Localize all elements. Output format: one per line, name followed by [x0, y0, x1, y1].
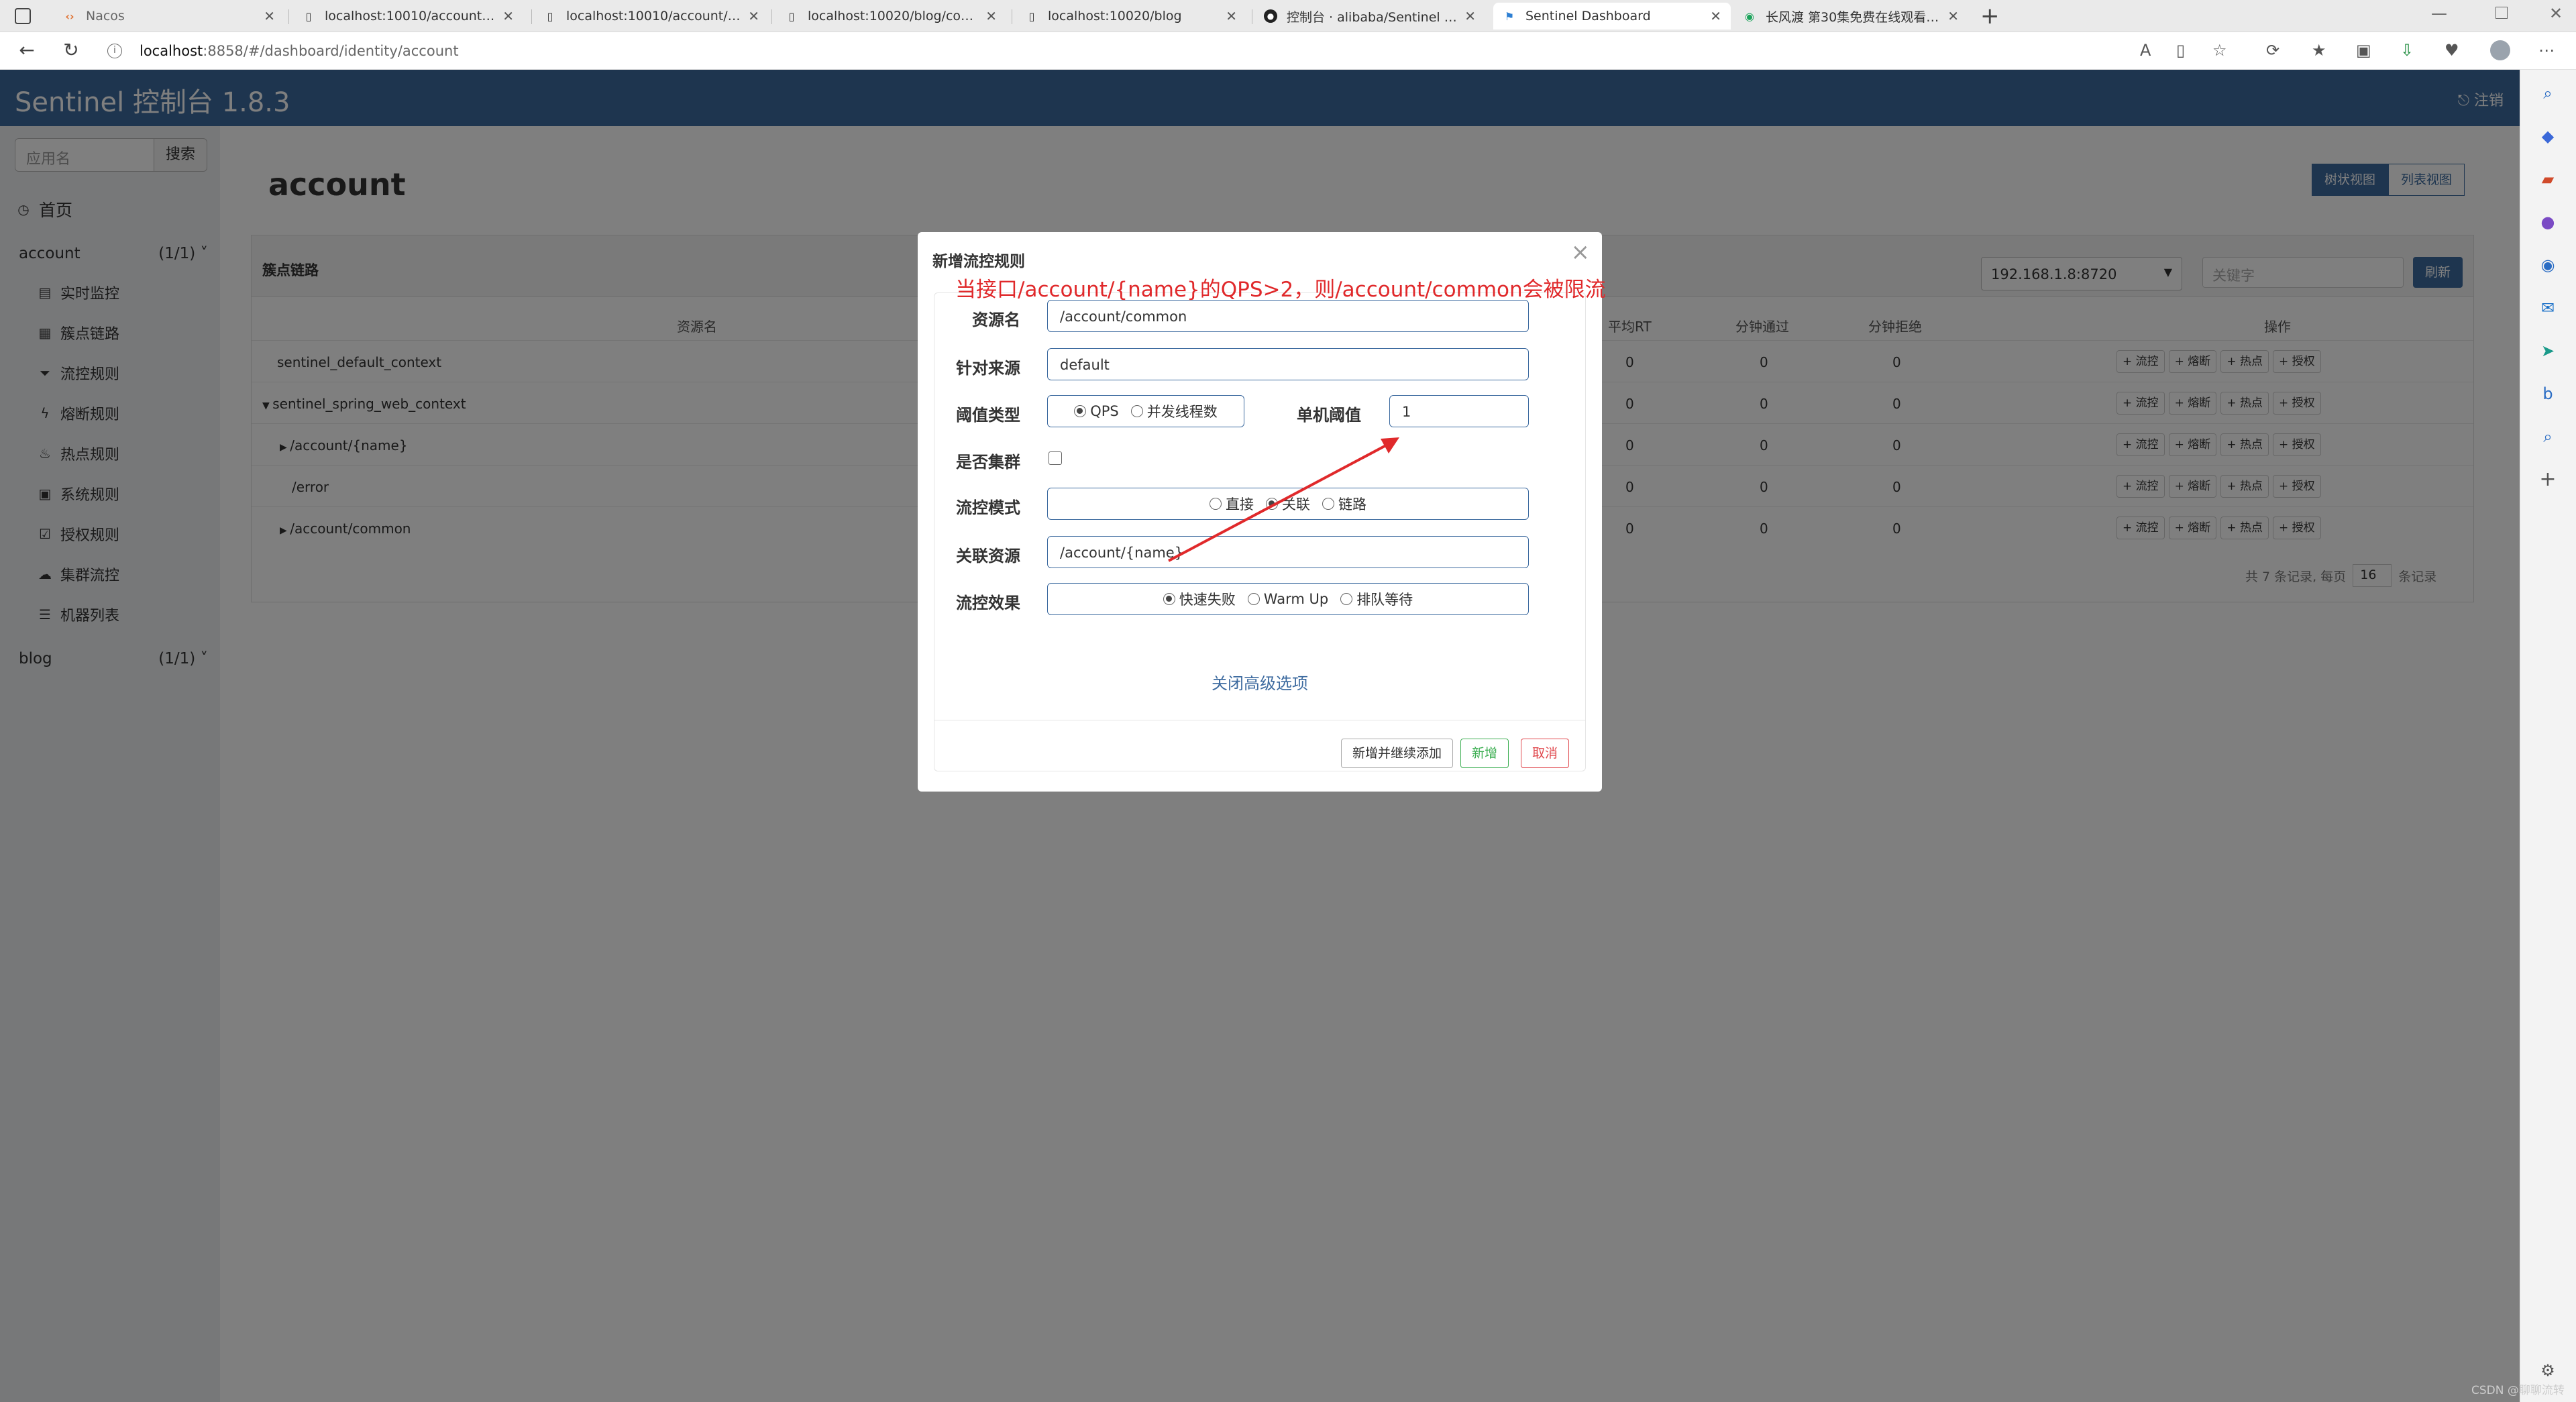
address-bar-row: ← ↻ i localhost:8858/#/dashboard/identit…: [0, 32, 2576, 70]
resource-name-input[interactable]: /account/common: [1047, 300, 1529, 332]
more-icon[interactable]: ⋯: [2538, 41, 2555, 60]
add-continue-button[interactable]: 新增并继续添加: [1341, 739, 1454, 768]
tab-close-icon[interactable]: ✕: [985, 8, 997, 24]
office-icon[interactable]: ◉: [2538, 255, 2558, 275]
browser-sidebar: ⌕ ◆ ▰ ● ◉ ✉ ➤ b ⌕ + ⚙: [2520, 70, 2576, 1402]
threshold-type-group: QPS 并发线程数: [1047, 395, 1244, 427]
dialog-title: 新增流控规则: [932, 253, 1025, 270]
add-flow-rule-dialog: × 新增流控规则 资源名 /account/common 针对来源 defaul…: [918, 232, 1606, 792]
tab-nacos[interactable]: ‹› Nacos ✕: [54, 3, 284, 30]
queue-radio[interactable]: 排队等待: [1340, 589, 1413, 609]
fast-fail-radio[interactable]: 快速失败: [1163, 589, 1236, 609]
performance-icon[interactable]: ♥: [2445, 41, 2459, 60]
chain-radio[interactable]: 链路: [1322, 494, 1366, 514]
annotation-note: 当接口/account/{name}的QPS>2，则/account/commo…: [955, 278, 1606, 302]
page-icon: ▯: [1028, 9, 1035, 23]
qps-radio[interactable]: QPS: [1074, 403, 1119, 419]
close-advanced-link[interactable]: 关闭高级选项: [934, 670, 1585, 694]
tab-account-xumeng[interactable]: ▯ localhost:10010/account/xumeng ✕: [534, 3, 769, 30]
profile-icon[interactable]: [2490, 40, 2510, 60]
tab-close-icon[interactable]: ✕: [1464, 8, 1476, 24]
discover-icon[interactable]: ⌕: [2538, 427, 2558, 447]
flow-mode-group: 直接 关联 链路: [1047, 488, 1529, 520]
tab-close-icon[interactable]: ✕: [748, 8, 759, 24]
sentinel-favicon-icon: ⚑: [1504, 9, 1515, 23]
refresh-icon[interactable]: ↻: [59, 39, 83, 61]
extensions-icon[interactable]: ⟳: [2266, 41, 2279, 60]
tab-sentinel-dashboard[interactable]: ⚑ Sentinel Dashboard ✕: [1493, 3, 1731, 30]
github-icon: ●: [1264, 9, 1277, 23]
tag-icon[interactable]: ◆: [2538, 126, 2558, 146]
rule-form: 资源名 /account/common 针对来源 default 阈值类型 QP…: [934, 292, 1586, 771]
info-icon: i: [107, 44, 122, 58]
warmup-radio[interactable]: Warm Up: [1247, 591, 1328, 607]
tab-video[interactable]: ◉ 长风渡 第30集免费在线观看_大 ✕: [1733, 3, 1968, 30]
send-icon[interactable]: ➤: [2538, 341, 2558, 361]
tab-sentinel-wiki[interactable]: ● 控制台 · alibaba/Sentinel Wiki ✕: [1254, 3, 1485, 30]
tab-close-icon[interactable]: ✕: [1710, 8, 1721, 24]
settings-icon[interactable]: ⚙: [2538, 1360, 2558, 1381]
read-aloud-icon[interactable]: A: [2140, 41, 2151, 60]
split-screen-icon[interactable]: ▯: [2176, 41, 2185, 60]
url-field[interactable]: i localhost:8858/#/dashboard/identity/ac…: [107, 36, 2120, 66]
tools-icon[interactable]: ▰: [2538, 169, 2558, 189]
bing-icon[interactable]: b: [2538, 384, 2558, 404]
close-icon[interactable]: ×: [1571, 239, 1591, 266]
tab-close-icon[interactable]: ✕: [1947, 8, 1959, 24]
tab-blog-common[interactable]: ▯ localhost:10020/blog/common ✕: [775, 3, 1006, 30]
people-icon[interactable]: ●: [2538, 212, 2558, 232]
outlook-icon[interactable]: ✉: [2538, 298, 2558, 318]
tab-close-icon[interactable]: ✕: [1226, 8, 1237, 24]
page-icon: ▯: [305, 9, 312, 23]
direct-radio[interactable]: 直接: [1210, 494, 1254, 514]
favorites-icon[interactable]: ★: [2312, 41, 2326, 60]
back-icon[interactable]: ←: [15, 39, 39, 61]
add-button[interactable]: 新增: [1460, 739, 1509, 768]
tab-account-common[interactable]: ▯ localhost:10010/account/common ✕: [292, 3, 523, 30]
threads-radio[interactable]: 并发线程数: [1130, 401, 1218, 421]
tab-close-icon[interactable]: ✕: [264, 8, 275, 24]
cluster-checkbox[interactable]: [1049, 451, 1062, 465]
window-close-icon[interactable]: ✕: [2549, 4, 2563, 23]
origin-input[interactable]: default: [1047, 348, 1529, 380]
page-icon: ▯: [788, 9, 795, 23]
browser-tab-bar: ‹› Nacos ✕ ▯ localhost:10010/account/com…: [0, 0, 2576, 32]
related-radio[interactable]: 关联: [1266, 494, 1310, 514]
nacos-favicon-icon: ‹›: [65, 9, 74, 23]
tab-close-icon[interactable]: ✕: [502, 8, 514, 24]
flow-effect-group: 快速失败 Warm Up 排队等待: [1047, 583, 1529, 615]
collections-icon[interactable]: ▣: [2356, 41, 2371, 60]
video-site-icon: ◉: [1745, 9, 1754, 23]
new-tab-icon[interactable]: +: [1980, 3, 2000, 30]
related-resource-input[interactable]: /account/{name}: [1047, 536, 1529, 568]
tab-actions-icon[interactable]: [15, 8, 31, 24]
search-icon[interactable]: ⌕: [2538, 83, 2558, 103]
downloads-icon[interactable]: ⇩: [2400, 41, 2414, 60]
page-icon: ▯: [547, 9, 553, 23]
cancel-button[interactable]: 取消: [1521, 739, 1570, 768]
minimize-icon[interactable]: —: [2431, 4, 2447, 23]
add-sidebar-icon[interactable]: +: [2538, 470, 2558, 490]
watermark: CSDN @聊聊流转: [2471, 1384, 2565, 1397]
tab-blog[interactable]: ▯ localhost:10020/blog ✕: [1016, 3, 1246, 30]
threshold-input[interactable]: 1: [1389, 395, 1529, 427]
add-favorite-icon[interactable]: ☆: [2212, 41, 2227, 60]
restore-icon[interactable]: [2496, 7, 2508, 19]
